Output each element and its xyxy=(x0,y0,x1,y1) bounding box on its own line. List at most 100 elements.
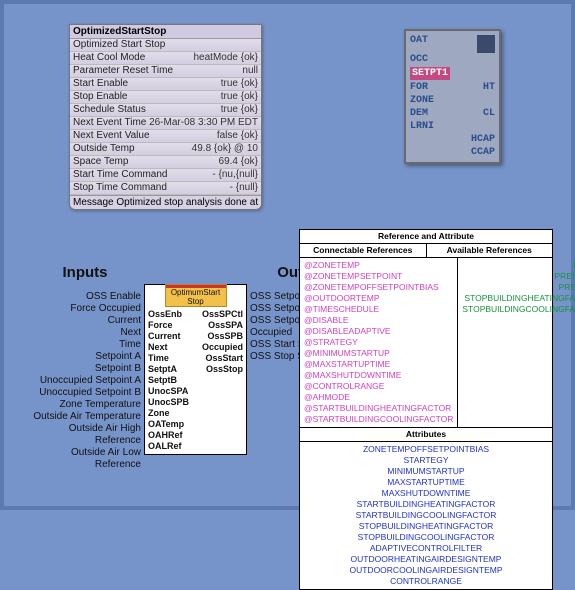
connectable-ref[interactable]: @CONTROLRANGE xyxy=(304,381,453,392)
port-zone: ZONE xyxy=(410,94,495,107)
property-row[interactable]: Stop Time Command - {null} xyxy=(70,182,261,195)
input-label: Next xyxy=(29,327,141,339)
input-label: Outside Air Temperature xyxy=(29,411,141,423)
function-block[interactable]: OAT OCC SETPT1 FORHT ZONE DEMCL LRNI HCA… xyxy=(404,29,501,164)
property-value: - {null} xyxy=(230,182,258,194)
property-sheet: OptimizedStartStop Optimized Start StopH… xyxy=(69,24,262,210)
property-label: Next Event Value xyxy=(73,130,150,142)
io-single: SetptB xyxy=(148,375,243,386)
available-ref[interactable]: STOPBUILDINGCOOLINGFACTOR xyxy=(462,304,575,315)
attribute-item[interactable]: CONTROLRANGE xyxy=(300,576,552,587)
attribute-item[interactable]: STARTEGY xyxy=(300,455,552,466)
port-occ: OCC xyxy=(410,53,495,66)
attribute-item[interactable]: MAXSHUTDOWNTIME xyxy=(300,488,552,499)
property-value: true {ok} xyxy=(221,104,258,116)
property-row[interactable]: Outside Temp 49.8 {ok} @ 10 xyxy=(70,143,261,156)
connectable-ref[interactable]: @ZONETEMPOFFSETPOINTBIAS xyxy=(304,282,453,293)
property-message: Message Optimized stop analysis done at … xyxy=(70,195,261,209)
property-row[interactable]: Parameter Reset Timenull xyxy=(70,65,261,78)
io-single: OATemp xyxy=(148,419,243,430)
io-box-tag: OptimumStart Stop xyxy=(165,284,227,307)
connectable-ref[interactable]: @ZONETEMP xyxy=(304,260,453,271)
io-pair: OssEnbOssSPCtl xyxy=(148,309,243,320)
attribute-item[interactable]: MAXSTARTUPTIME xyxy=(300,477,552,488)
property-label: Parameter Reset Time xyxy=(73,65,173,77)
attribute-item[interactable]: ADAPTIVECONTROLFILTER xyxy=(300,543,552,554)
attributes-header: Attributes xyxy=(300,427,552,442)
connectable-ref[interactable]: @MAXSTARTUPTIME xyxy=(304,359,453,370)
io-single: UnocSPB xyxy=(148,397,243,408)
property-label: Stop Enable xyxy=(73,91,128,103)
attribute-item[interactable]: STARTBUILDINGHEATINGFACTOR xyxy=(300,499,552,510)
property-label: Optimized Start Stop xyxy=(73,39,165,51)
input-label: OSS Enable xyxy=(29,291,141,303)
available-ref[interactable]: PRESTOP xyxy=(462,282,575,293)
connectable-ref[interactable]: @DISABLE xyxy=(304,315,453,326)
connectable-ref[interactable]: @ZONETEMPSETPOINT xyxy=(304,271,453,282)
available-ref[interactable]: MODE xyxy=(462,260,575,271)
port-cl: CL xyxy=(483,107,495,120)
io-pair: ForceOssSPA xyxy=(148,320,243,331)
connectable-ref[interactable]: @MAXSHUTDOWNTIME xyxy=(304,370,453,381)
attribute-item[interactable]: STARTBUILDINGCOOLINGFACTOR xyxy=(300,510,552,521)
connectable-ref[interactable]: @MINIMUMSTARTUP xyxy=(304,348,453,359)
property-row[interactable]: Start Time Command - {nu,{null} xyxy=(70,169,261,182)
port-ht: HT xyxy=(483,81,495,94)
connectable-ref[interactable]: @STARTBUILDINGHEATINGFACTOR xyxy=(304,403,453,414)
reference-title: Reference and Attribute xyxy=(300,230,552,244)
io-pair: SetptAOssStop xyxy=(148,364,243,375)
connectable-ref[interactable]: @STRATEGY xyxy=(304,337,453,348)
property-value: heatMode {ok} xyxy=(194,52,259,64)
attribute-item[interactable]: OUTDOORHEATINGAIRDESIGNTEMP xyxy=(300,554,552,565)
input-label: Current xyxy=(29,315,141,327)
property-row[interactable]: Heat Cool Mode heatMode {ok} xyxy=(70,52,261,65)
property-row[interactable]: Next Event Time26-Mar-08 3:30 PM EDT xyxy=(70,117,261,130)
input-label: Setpoint A xyxy=(29,351,141,363)
reference-panel: Reference and Attribute Connectable Refe… xyxy=(299,229,553,590)
property-value: 26-Mar-08 3:30 PM EDT xyxy=(149,117,258,129)
port-oat: OAT xyxy=(410,34,428,53)
connectable-ref[interactable]: @OUTDOORTEMP xyxy=(304,293,453,304)
input-label: Unoccupied Setpoint B xyxy=(29,387,141,399)
attribute-item[interactable]: OUTDOORCOOLINGAIRDESIGNTEMP xyxy=(300,565,552,576)
property-title: OptimizedStartStop xyxy=(70,25,261,39)
io-center-box[interactable]: OptimumStart Stop OssEnbOssSPCtlForceOss… xyxy=(144,284,247,455)
port-dem: DEM xyxy=(410,107,428,120)
property-row[interactable]: Schedule Statustrue {ok} xyxy=(70,104,261,117)
io-single: Zone xyxy=(148,408,243,419)
available-header: Available References xyxy=(427,244,553,257)
property-value: 69.4 {ok} xyxy=(219,156,258,168)
connectable-ref[interactable]: @DISABLEADAPTIVE xyxy=(304,326,453,337)
property-value: 49.8 {ok} @ 10 xyxy=(192,143,258,155)
attribute-item[interactable]: STOPBUILDINGCOOLINGFACTOR xyxy=(300,532,552,543)
io-single: UnocSPA xyxy=(148,386,243,397)
io-pair: NextOccupied xyxy=(148,342,243,353)
connectable-ref[interactable]: @STARTBUILDINGCOOLINGFACTOR xyxy=(304,414,453,425)
input-label: Setpoint B xyxy=(29,363,141,375)
property-label: Space Temp xyxy=(73,156,128,168)
inputs-header: Inputs xyxy=(29,264,141,281)
property-row[interactable]: Optimized Start Stop xyxy=(70,39,261,52)
available-ref[interactable]: STOPBUILDINGHEATINGFACTOR xyxy=(462,293,575,304)
property-label: Stop Time Command xyxy=(73,182,167,194)
property-value: false {ok} xyxy=(217,130,258,142)
io-pair: TimeOssStart xyxy=(148,353,243,364)
attribute-item[interactable]: MINIMUMSTARTUP xyxy=(300,466,552,477)
attribute-item[interactable]: ZONETEMPOFFSETPOINTBIAS xyxy=(300,444,552,455)
attribute-item[interactable]: STOPBUILDINGHEATINGFACTOR xyxy=(300,521,552,532)
property-row[interactable]: Stop Enabletrue {ok} xyxy=(70,91,261,104)
property-label: Start Time Command xyxy=(73,169,167,181)
property-row[interactable]: Start Enabletrue {ok} xyxy=(70,78,261,91)
property-value: true {ok} xyxy=(221,78,258,90)
connectable-ref[interactable]: @TIMESCHEDULE xyxy=(304,304,453,315)
connectable-header: Connectable References xyxy=(300,244,427,257)
property-label: Heat Cool Mode xyxy=(73,52,145,64)
input-label: Outside Air Low Reference xyxy=(29,447,141,471)
available-ref[interactable]: PRESTART xyxy=(462,271,575,282)
block-tag: SETPT1 xyxy=(410,67,450,80)
property-value: - {nu,{null} xyxy=(212,169,258,181)
property-row[interactable]: Space Temp 69.4 {ok} xyxy=(70,156,261,169)
property-label: Outside Temp xyxy=(73,143,135,155)
property-row[interactable]: Next Event Value false {ok} xyxy=(70,130,261,143)
connectable-ref[interactable]: @AHMODE xyxy=(304,392,453,403)
